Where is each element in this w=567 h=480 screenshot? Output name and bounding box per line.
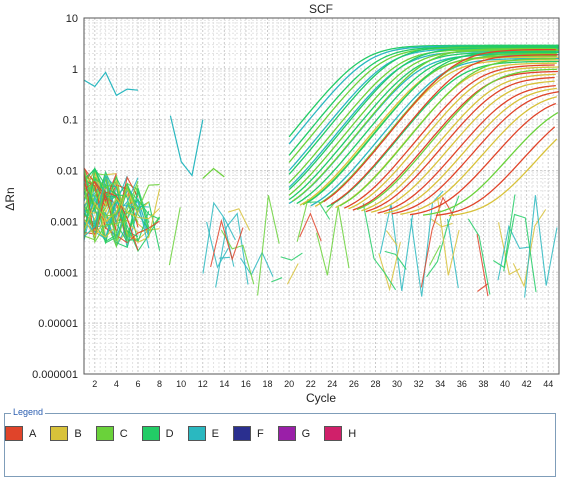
legend-label: D	[165, 427, 174, 440]
x-tick-label: 20	[284, 379, 294, 389]
x-tick-label: 14	[219, 379, 229, 389]
y-tick-label: 0.1	[63, 115, 78, 127]
y-tick-label: 0.00001	[38, 318, 78, 330]
x-axis-label: Cycle	[306, 391, 336, 405]
y-tick-label: 0.0001	[44, 267, 78, 279]
x-tick-label: 2	[92, 379, 97, 389]
legend-panel: Legend A B C D E F G H	[4, 407, 556, 477]
x-tick-label: 12	[198, 379, 208, 389]
legend-label: C	[119, 427, 128, 440]
chart-title: SCF	[309, 2, 333, 16]
x-tick-label: 26	[349, 379, 359, 389]
x-tick-label: 18	[263, 379, 273, 389]
legend-swatch	[141, 426, 160, 441]
legend-item: C	[95, 426, 128, 441]
y-tick-label: 0.001	[50, 216, 78, 228]
legend-item: B	[50, 426, 82, 441]
x-tick-label: 4	[114, 379, 119, 389]
legend-label: G	[301, 427, 311, 440]
x-tick-label: 6	[135, 379, 140, 389]
legend-swatch	[324, 426, 343, 441]
legend-swatch	[50, 426, 69, 441]
x-tick-label: 44	[543, 379, 553, 389]
legend-label: H	[348, 427, 357, 440]
legend-swatch	[95, 426, 114, 441]
x-tick-label: 24	[327, 379, 337, 389]
x-tick-label: 42	[522, 379, 532, 389]
amplification-chart: SCF ΔRn Cycle 10 1 0.1 0.01 0.001 0.0001 0.000…	[0, 0, 567, 410]
x-tick-label: 34	[435, 379, 445, 389]
legend-label: E	[211, 427, 219, 440]
legend-item: D	[141, 426, 174, 441]
legend-label: F	[256, 427, 264, 440]
x-tick-label: 38	[478, 379, 488, 389]
legend-item: F	[232, 426, 264, 441]
legend-label: A	[29, 427, 37, 440]
x-tick-label: 30	[392, 379, 402, 389]
legend-item: G	[277, 426, 311, 441]
legend-swatch	[187, 426, 206, 441]
x-tick-label: 40	[500, 379, 510, 389]
y-tick-label: 0.000001	[32, 369, 78, 381]
y-tick-label: 1	[72, 64, 78, 76]
x-tick-label: 10	[176, 379, 186, 389]
legend-swatch	[277, 426, 296, 441]
legend-item: E	[187, 426, 219, 441]
x-tick-label: 8	[157, 379, 162, 389]
y-tick-label: 0.01	[57, 166, 78, 178]
legend-title: Legend	[11, 407, 46, 417]
legend-item: H	[324, 426, 356, 441]
legend-swatch	[5, 426, 23, 441]
x-tick-label: 32	[414, 379, 424, 389]
x-tick-label: 22	[306, 379, 316, 389]
legend-label: B	[74, 427, 82, 440]
x-tick-label: 36	[457, 379, 467, 389]
y-tick-label: 10	[66, 13, 78, 25]
legend-item: A	[5, 426, 36, 441]
x-tick-label: 16	[241, 379, 251, 389]
legend-swatch	[232, 426, 251, 441]
y-axis-label: ΔRn	[3, 187, 17, 210]
x-tick-label: 28	[370, 379, 380, 389]
legend-items: A B C D E F G H	[5, 426, 370, 441]
